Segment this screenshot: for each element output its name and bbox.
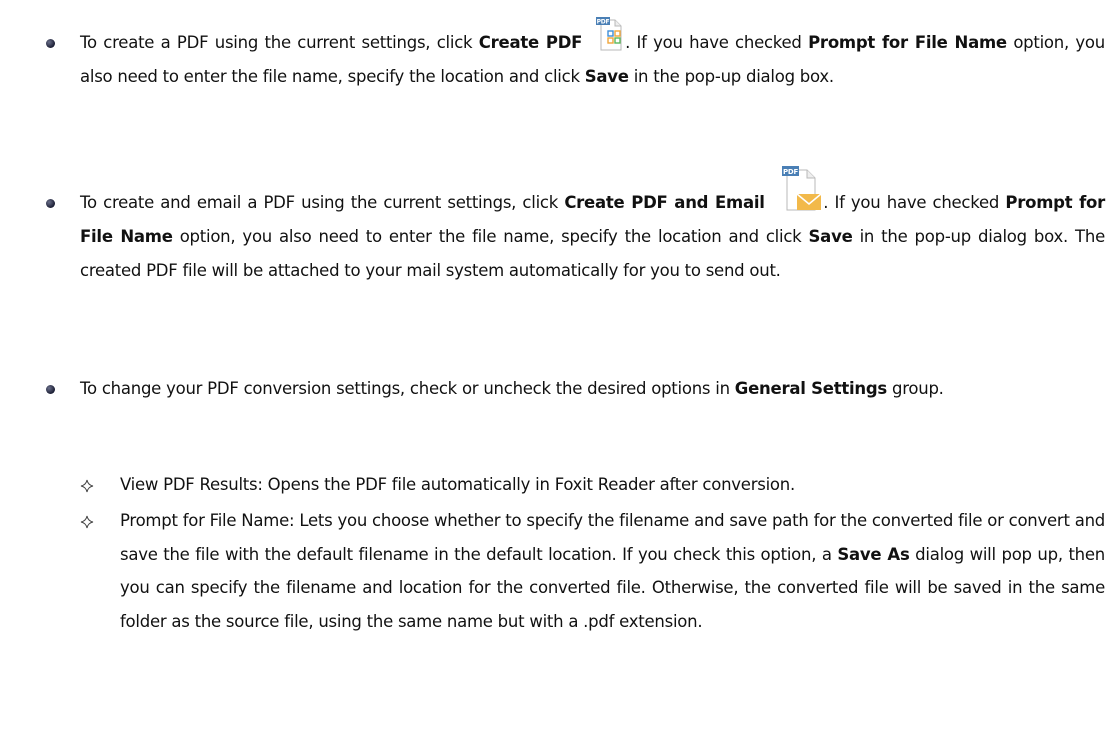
bullet-dot-icon [46, 385, 55, 394]
save-as-label: Save As [837, 544, 910, 564]
bullet-dot-icon [46, 199, 55, 208]
bullet-create-pdf-email: To create and email a PDF using the curr… [40, 166, 1105, 288]
sub-item-text: View PDF Results: Opens the PDF file aut… [120, 475, 795, 494]
prompt-for-file-name-label: Prompt for File Name [808, 33, 1007, 52]
create-pdf-and-email-label: Create PDF and Email [564, 193, 765, 212]
pdf-document-grid-icon: PDF [595, 17, 625, 56]
general-settings-label: General Settings [734, 379, 888, 398]
diamond-bullet-icon [80, 479, 94, 493]
pdf-document-envelope-icon: PDF [777, 166, 823, 218]
save-label: Save [584, 67, 629, 86]
bullet-dot-icon [46, 39, 55, 48]
pdf-badge-text: PDF [597, 19, 610, 26]
bullet-change-settings: To change your PDF conversion settings, … [40, 372, 1105, 406]
create-pdf-label: Create PDF [478, 33, 583, 52]
bullet-text: To change your PDF conversion settings, … [80, 379, 944, 398]
bullet-create-pdf: To create a PDF using the current settin… [40, 17, 1105, 94]
sub-item-text: Prompt for File Name: Lets you choose wh… [120, 511, 1105, 631]
save-label: Save [808, 227, 853, 246]
sub-item-prompt-for-file-name: Prompt for File Name: Lets you choose wh… [80, 504, 1105, 638]
pdf-badge-text: PDF [783, 168, 798, 176]
sub-item-view-pdf-results: View PDF Results: Opens the PDF file aut… [80, 468, 1105, 502]
diamond-bullet-icon [80, 515, 94, 529]
document-page: To create a PDF using the current settin… [0, 0, 1117, 733]
bullet-text: To create and email a PDF using the curr… [80, 166, 1105, 280]
bullet-text: To create a PDF using the current settin… [80, 17, 1105, 86]
